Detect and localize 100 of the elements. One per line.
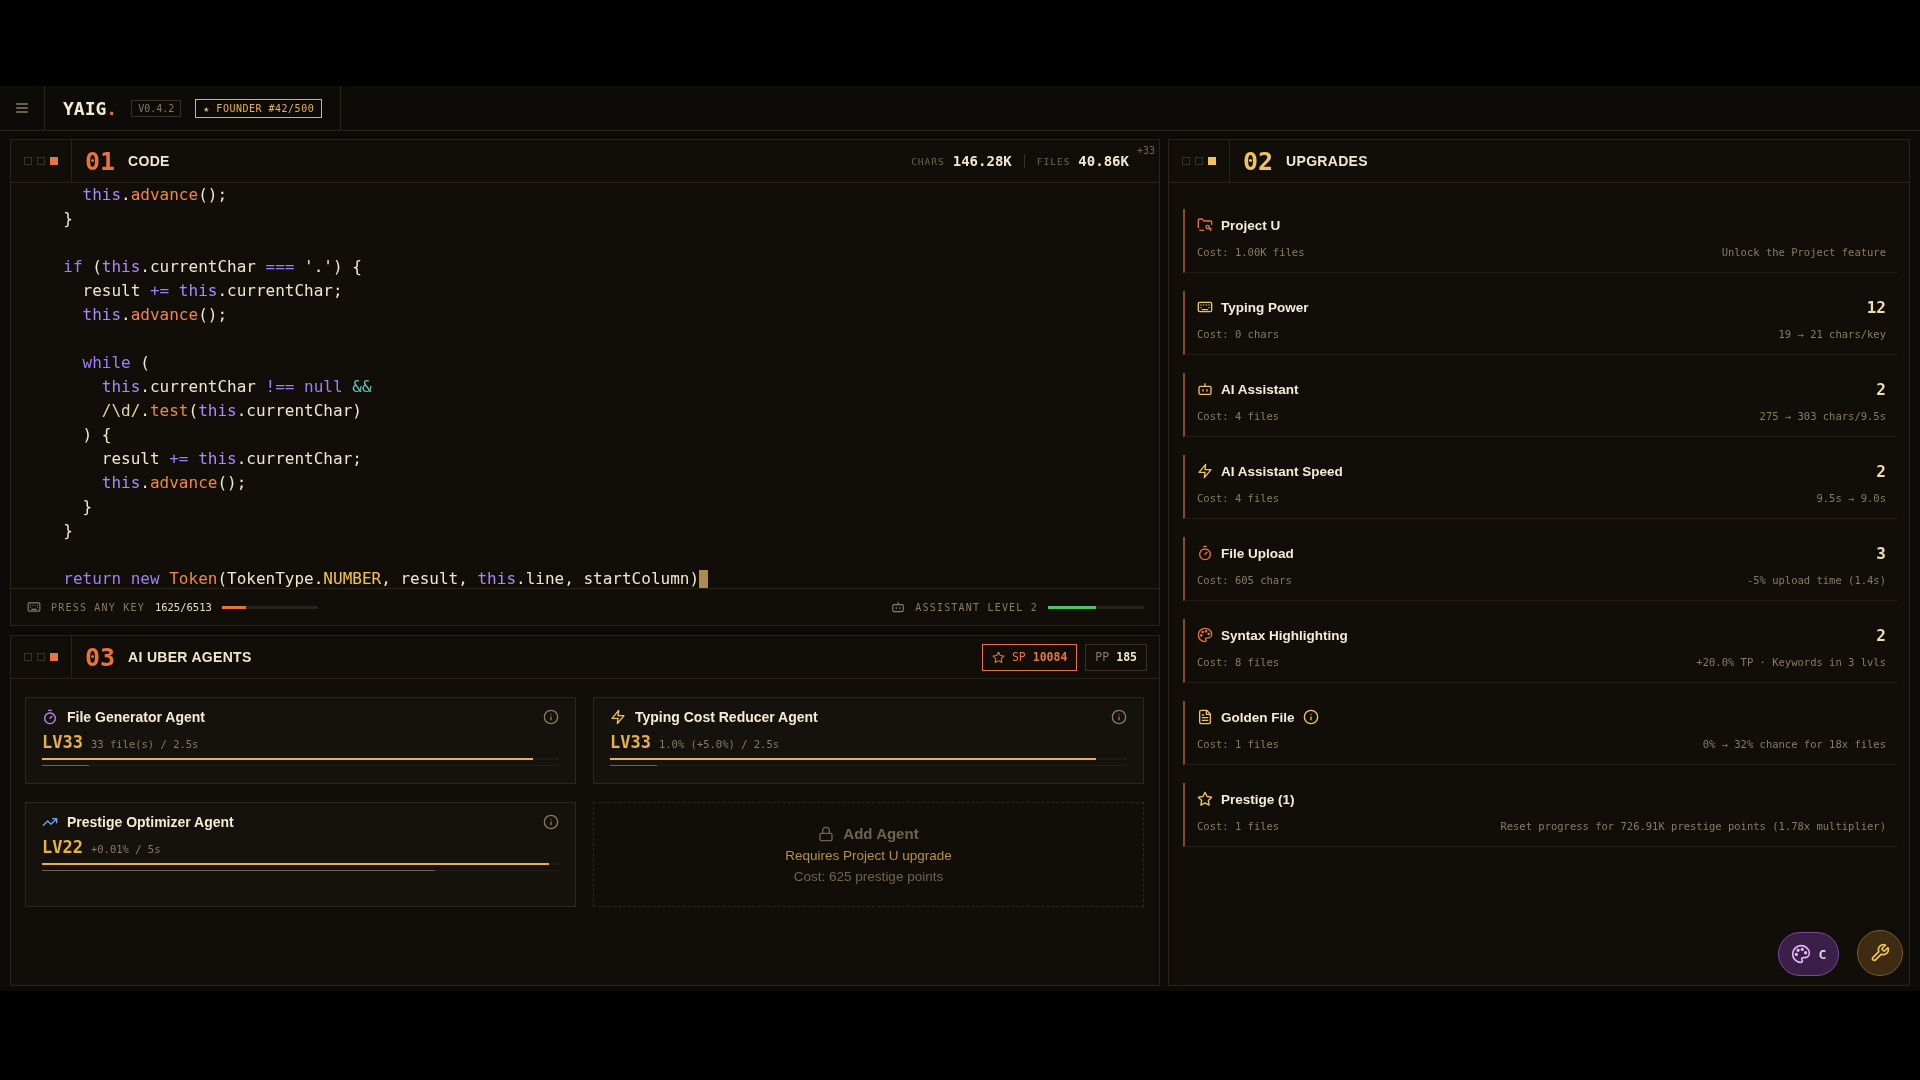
palette-icon xyxy=(1197,627,1213,643)
agent-detail: 1.0% (+5.0%) / 2.5s xyxy=(658,738,780,750)
code-line: this.advance(); xyxy=(81,184,228,206)
upgrade-name: AI Assistant Speed xyxy=(1221,463,1343,479)
agent-level: LV33 xyxy=(610,732,651,752)
keyboard-icon xyxy=(27,600,41,614)
code-line: result += this.currentChar; xyxy=(81,280,343,302)
upgrade-item[interactable]: AI Assistant 2 Cost: 4 files 275 → 303 chars/9.5s xyxy=(1183,373,1897,437)
add-agent-slot[interactable]: Add Agent Requires Project U upgrade Cost: 625 prestige points xyxy=(593,802,1144,907)
upgrade-cost: Cost: 1.00K files xyxy=(1197,246,1305,258)
upgrade-item[interactable]: Syntax Highlighting 2 Cost: 8 files +20.0% TP · Keywords in 3 lvls xyxy=(1183,619,1897,683)
keys-count: 1625/6513 xyxy=(154,601,212,613)
folder-icon xyxy=(1197,217,1213,233)
upgrade-item[interactable]: Project U Cost: 1.00K files Unlock the Project feature xyxy=(1183,209,1897,273)
upgrade-level: 2 xyxy=(1876,461,1886,481)
file-icon xyxy=(1197,709,1213,725)
upgrade-cost: Cost: 1 files xyxy=(1197,820,1280,832)
lock-icon xyxy=(818,825,835,842)
upgrade-level: 3 xyxy=(1876,543,1886,563)
upgrade-name: Syntax Highlighting xyxy=(1221,627,1348,643)
agent-level: LV22 xyxy=(42,837,83,857)
timer-icon xyxy=(42,709,58,725)
upgrade-name: File Upload xyxy=(1221,545,1294,561)
upgrade-cost: Cost: 4 files xyxy=(1197,492,1280,504)
panel-number: 01 xyxy=(85,146,116,176)
info-icon xyxy=(1111,709,1127,725)
window-dots-icon xyxy=(1182,156,1216,166)
agent-name: File Generator Agent xyxy=(67,709,205,725)
bot-icon xyxy=(1197,381,1213,397)
code-line: ) { xyxy=(81,424,112,446)
code-line: this.advance(); xyxy=(81,304,228,326)
code-line: } xyxy=(62,208,73,230)
stat-value: 40.86K xyxy=(1078,153,1129,169)
code-line: result += this.currentChar; xyxy=(100,448,362,470)
upgrade-name: Typing Power xyxy=(1221,299,1309,315)
panel-title: CODE xyxy=(128,153,170,169)
panel-title: AI UBER AGENTS xyxy=(128,649,252,665)
palette-icon xyxy=(1790,944,1811,964)
upgrade-effect: Unlock the Project feature xyxy=(1721,246,1886,258)
agent-name: Typing Cost Reducer Agent xyxy=(635,709,818,725)
timer-icon xyxy=(1197,545,1213,561)
upgrade-cost: Cost: 0 chars xyxy=(1197,328,1280,340)
info-icon xyxy=(543,814,559,830)
upgrade-item[interactable]: Typing Power 12 Cost: 0 chars 19 → 21 chars/key xyxy=(1183,291,1897,355)
upgrade-cost: Cost: 8 files xyxy=(1197,656,1280,668)
code-line: this.advance(); xyxy=(100,472,247,494)
code-line: } xyxy=(81,496,93,518)
code-line: } xyxy=(62,520,73,542)
upgrade-effect: Reset progress for 726.91K prestige points (1.78x multiplier) xyxy=(1500,820,1886,832)
keys-label: PRESS ANY KEY xyxy=(51,601,145,613)
stat-label: FILES xyxy=(1036,155,1071,167)
info-icon xyxy=(543,709,559,725)
upgrade-item[interactable]: Golden File Cost: 1 files 0% → 32% chance for 18x files xyxy=(1183,701,1897,765)
zap-icon xyxy=(610,709,626,725)
stat-label: CHARS xyxy=(911,155,945,167)
upgrade-effect: 19 → 21 chars/key xyxy=(1778,328,1886,340)
panel-number: 03 xyxy=(85,642,116,672)
founder-badge: ★ FOUNDER #42/500 xyxy=(195,98,323,118)
stat-delta: +33 xyxy=(1136,145,1155,156)
upgrade-item[interactable]: Prestige (1) Cost: 1 files Reset progress for 726.91K prestige points (1.78x multiplier) xyxy=(1183,783,1897,847)
version-tag: V0.4.2 xyxy=(131,99,182,117)
upgrade-effect: 0% → 32% chance for 18x files xyxy=(1702,738,1886,750)
upgrade-effect: 9.5s → 9.0s xyxy=(1816,492,1886,504)
upgrade-name: AI Assistant xyxy=(1221,381,1299,397)
zap-icon xyxy=(1197,463,1213,479)
panel-title: UPGRADES xyxy=(1286,153,1368,169)
keyboard-icon xyxy=(1197,299,1213,315)
upgrade-cost: Cost: 605 chars xyxy=(1197,574,1292,586)
agent-detail: +0.01% / 5s xyxy=(90,843,161,855)
add-agent-cost: Cost: 625 prestige points xyxy=(793,869,944,884)
upgrade-level: 2 xyxy=(1876,379,1886,399)
upgrade-name: Project U xyxy=(1221,217,1281,233)
stat-value: 146.28K xyxy=(952,153,1012,169)
add-agent-requirement: Requires Project U upgrade xyxy=(785,848,952,863)
star-icon xyxy=(1197,791,1213,807)
code-line: /\d/.test(this.currentChar) xyxy=(100,400,362,422)
add-agent-title: Add Agent xyxy=(843,825,919,842)
window-dots-icon xyxy=(24,156,58,166)
window-dots-icon xyxy=(24,652,58,662)
tools-button[interactable] xyxy=(1857,930,1903,976)
star-icon xyxy=(991,650,1005,664)
wrench-icon xyxy=(1870,943,1890,963)
agent-level: LV33 xyxy=(42,732,83,752)
sp-counter: SP 10084 xyxy=(981,643,1078,671)
theme-button[interactable]: C xyxy=(1778,932,1839,976)
pp-counter: PP 185 xyxy=(1085,643,1147,671)
upgrade-item[interactable]: File Upload 3 Cost: 605 chars -5% upload time (1.4s) xyxy=(1183,537,1897,601)
upgrade-cost: Cost: 1 files xyxy=(1197,738,1280,750)
code-line: if (this.currentChar === '.') { xyxy=(62,256,362,278)
upgrade-effect: +20.0% TP · Keywords in 3 lvls xyxy=(1696,656,1886,668)
menu-icon xyxy=(14,100,30,116)
assistant-label: ASSISTANT LEVEL 2 xyxy=(915,601,1038,613)
upgrade-item[interactable]: AI Assistant Speed 2 Cost: 4 files 9.5s → 9.0s xyxy=(1183,455,1897,519)
robot-icon xyxy=(891,600,906,614)
upgrade-name: Prestige (1) xyxy=(1221,791,1295,807)
code-line: return new Token(TokenType.NUMBER, result, this.line, startColumn) xyxy=(44,567,709,588)
upgrade-effect: 275 → 303 chars/9.5s xyxy=(1759,410,1886,422)
upgrade-level: 12 xyxy=(1866,297,1886,317)
upgrade-effect: -5% upload time (1.4s) xyxy=(1746,574,1886,586)
code-line: while ( xyxy=(81,352,150,374)
